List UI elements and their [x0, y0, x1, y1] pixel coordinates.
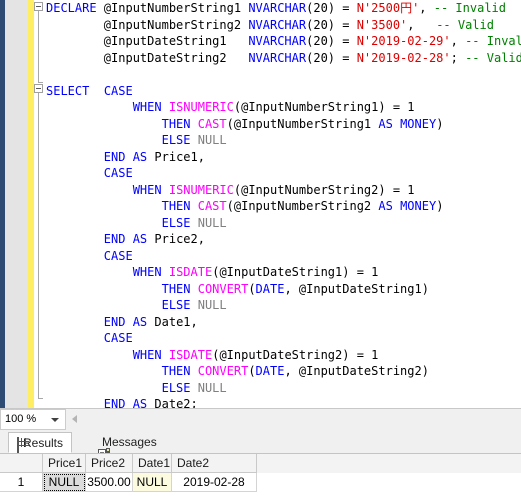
code-line-6: SELECT CASE	[46, 83, 133, 98]
grid-empty-area	[0, 492, 521, 504]
grid-column-header-date2[interactable]: Date2	[172, 454, 257, 473]
editor-status-bar: 100 %	[0, 408, 521, 430]
code-line-16: CASE	[103, 248, 133, 263]
code-line-7: WHEN ISNUMERIC(@InputNumberString1) = 1	[132, 100, 415, 114]
grid-column-header-date1[interactable]: Date1	[133, 454, 172, 473]
results-tabstrip: Results Messages	[0, 430, 521, 460]
code-outlining-column[interactable]	[34, 0, 46, 408]
tab-messages-label: Messages	[102, 435, 157, 449]
code-line-10: END AS Price1,	[103, 149, 205, 164]
code-line-4: @InputDateString2 NVARCHAR(20) = N'2019-…	[103, 50, 521, 65]
code-line-17: WHEN ISDATE(@InputDateString1) = 1	[132, 265, 379, 279]
code-line-11: CASE	[103, 166, 133, 180]
code-line-12: WHEN ISNUMERIC(@InputNumberString2) = 1	[132, 182, 415, 197]
code-line-23: THEN CONVERT(DATE, @InputDateString2)	[161, 364, 429, 378]
code-line-18: THEN CONVERT(DATE, @InputDateString1)	[161, 281, 429, 296]
code-text[interactable]: DECLARE @InputNumberString1 NVARCHAR(20)…	[46, 0, 521, 413]
code-line-9: ELSE NULL	[161, 133, 227, 147]
outline-end-select	[38, 398, 43, 399]
code-line-1: DECLARE @InputNumberString1 NVARCHAR(20)…	[46, 1, 506, 15]
tab-results-label: Results	[23, 436, 64, 450]
grid-column-header-price2[interactable]: Price2	[86, 454, 133, 473]
code-line-19: ELSE NULL	[161, 298, 227, 312]
outline-line-declare	[38, 11, 39, 82]
editor-selection-margin[interactable]	[5, 0, 28, 408]
code-line-24: ELSE NULL	[161, 380, 227, 395]
grid-icon	[17, 435, 19, 455]
grid-cell-date2[interactable]: 2019-02-28	[172, 473, 257, 492]
zoom-level-combobox[interactable]: 100 %	[0, 409, 66, 430]
code-line-8: THEN CAST(@InputNumberString1 AS MONEY)	[161, 116, 444, 131]
code-line-13: THEN CAST(@InputNumberString2 AS MONEY)	[161, 199, 444, 213]
grid-cell-price1[interactable]: NULL	[43, 473, 86, 492]
results-pane: Results Messages Price1 Price2 Date1 Dat…	[0, 430, 521, 504]
grid-corner-cell[interactable]	[0, 454, 43, 473]
table-row[interactable]: 1 NULL 3500.00 NULL 2019-02-28	[0, 473, 521, 492]
code-line-22: WHEN ISDATE(@InputDateString2) = 1	[132, 347, 379, 362]
outline-end-declare	[38, 82, 43, 83]
grid-header-row: Price1 Price2 Date1 Date2	[0, 454, 521, 474]
code-line-2: @InputNumberString2 NVARCHAR(20) = N'350…	[103, 17, 494, 32]
grid-row-number[interactable]: 1	[0, 473, 43, 492]
grid-cell-price2[interactable]: 3500.00	[86, 473, 133, 492]
code-line-3: @InputDateString1 NVARCHAR(20) = N'2019-…	[103, 34, 521, 48]
code-line-21: CASE	[103, 331, 133, 345]
tab-results[interactable]: Results	[8, 432, 73, 455]
collapse-toggle-declare[interactable]	[34, 2, 43, 11]
grid-header-filler	[257, 454, 521, 474]
code-line-15: END AS Price2,	[103, 232, 205, 246]
grid-column-header-price1[interactable]: Price1	[43, 454, 86, 473]
outline-line-select	[38, 93, 39, 398]
results-grid[interactable]: Price1 Price2 Date1 Date2 1 NULL 3500.00…	[0, 453, 521, 504]
horizontal-scroll-left-button[interactable]	[68, 409, 84, 430]
sql-editor[interactable]: DECLARE @InputNumberString1 NVARCHAR(20)…	[0, 0, 521, 411]
grid-row-filler	[257, 473, 521, 492]
code-line-20: END AS Date1,	[103, 314, 198, 329]
code-line-14: ELSE NULL	[161, 215, 227, 230]
tab-messages[interactable]: Messages	[90, 432, 165, 460]
zoom-level-value: 100 %	[5, 413, 37, 425]
collapse-toggle-select[interactable]	[34, 84, 43, 93]
grid-cell-date1[interactable]: NULL	[133, 473, 172, 492]
chevron-down-icon[interactable]	[51, 418, 59, 422]
